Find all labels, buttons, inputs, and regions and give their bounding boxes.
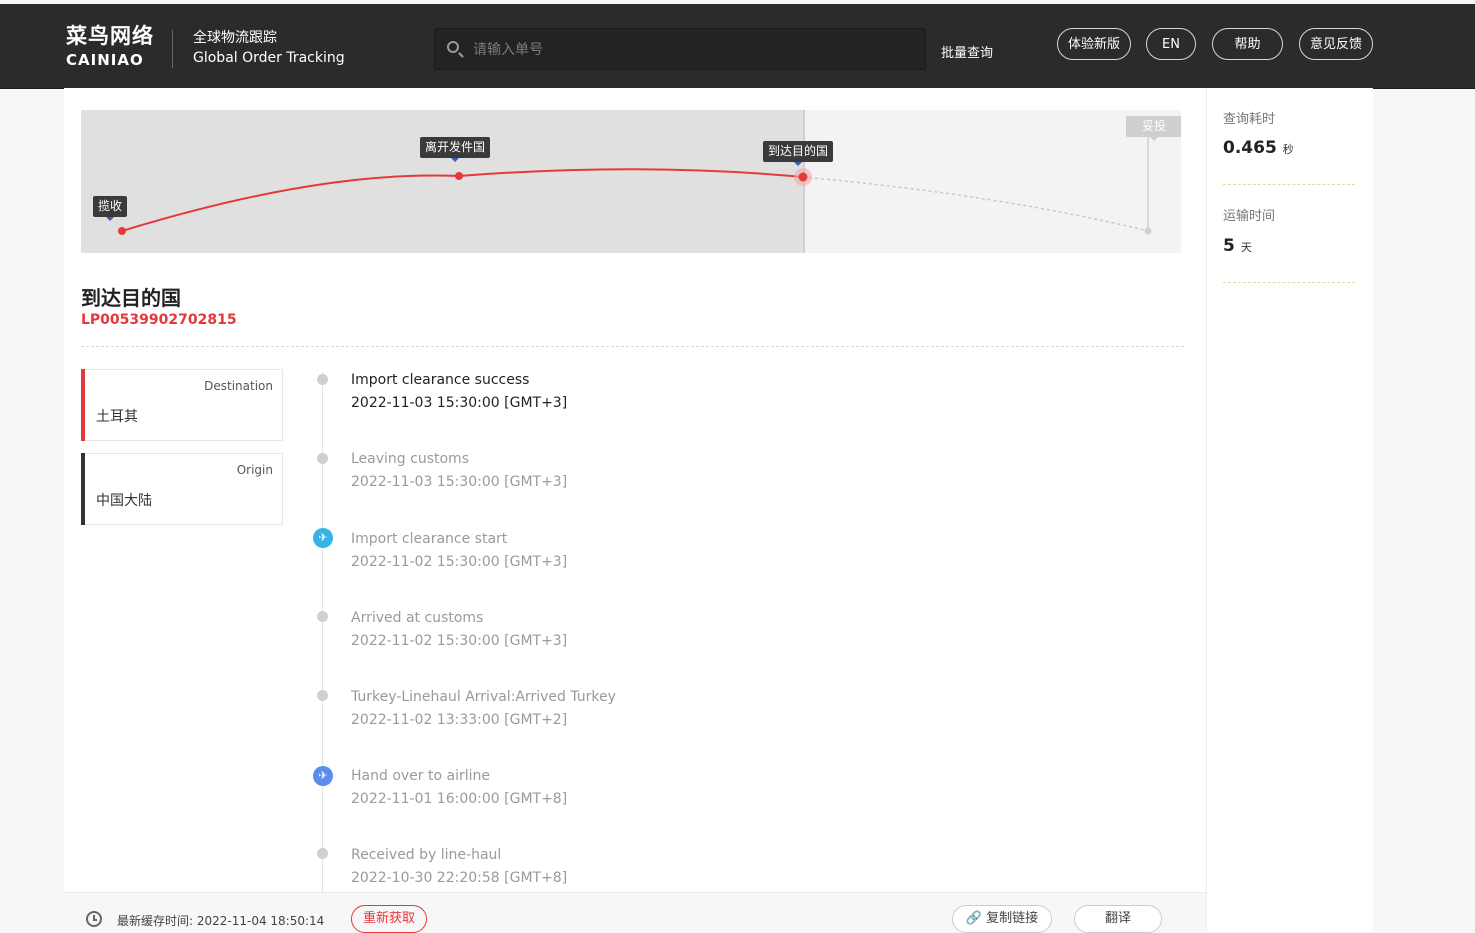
- search-icon[interactable]: [447, 41, 459, 53]
- help-button[interactable]: 帮助: [1212, 28, 1283, 60]
- search-box: [434, 28, 926, 71]
- origin-card: Origin 中国大陆: [81, 453, 283, 525]
- destination-label: Destination: [204, 379, 273, 393]
- link-icon: 🔗: [965, 911, 983, 926]
- transit-time-label: 运输时间: [1223, 209, 1276, 224]
- refresh-button[interactable]: 重新获取: [351, 905, 427, 933]
- stage-tag-arrived: 到达目的国: [763, 141, 834, 166]
- event-time: 2022-11-03 15:30:00 [GMT+3]: [351, 395, 568, 411]
- timeline-dot: [317, 611, 328, 622]
- package-status-title: 到达目的国: [81, 286, 181, 310]
- timeline-dot: [317, 374, 328, 385]
- event-time: 2022-11-02 13:33:00 [GMT+2]: [351, 712, 568, 728]
- timeline-event: Import clearance start 2022-11-02 15:30:…: [351, 529, 567, 572]
- tracking-card: 揽收 离开发件国 到达目的国 妥投 到达目的国 LP00539902702815…: [64, 88, 1206, 933]
- event-time: 2022-11-03 15:30:00 [GMT+3]: [351, 474, 568, 490]
- stage-dot-pickup: [118, 227, 126, 235]
- section-divider: [81, 346, 1184, 347]
- stage-tag-delivered: 妥投: [1126, 116, 1181, 141]
- copy-link-label: 复制链接: [986, 911, 1039, 926]
- origin-accent-bar: [81, 453, 85, 525]
- event-title: Import clearance success: [351, 372, 530, 388]
- site-title: 全球物流跟踪 Global Order Tracking: [193, 28, 345, 68]
- event-time: 2022-10-30 22:20:58 [GMT+8]: [351, 870, 568, 886]
- cainiao-logo[interactable]: 菜鸟网络 CAINIAO: [66, 26, 154, 68]
- translate-button[interactable]: 翻译: [1074, 905, 1162, 933]
- transit-time-number: 5: [1223, 236, 1235, 256]
- timeline-event: Arrived at customs 2022-11-02 15:30:00 […: [351, 608, 567, 651]
- card-footer: 最新缓存时间: 2022-11-04 18:50:14 重新获取 🔗 复制链接 翻…: [64, 892, 1206, 933]
- stats-sidebar: 查询耗时 0.465 秒 运输时间 5天: [1206, 88, 1373, 932]
- copy-link-button[interactable]: 🔗 复制链接: [952, 905, 1052, 933]
- transit-time-unit: 天: [1240, 241, 1252, 254]
- site-title-cn: 全球物流跟踪: [193, 30, 277, 46]
- timeline-dot: [317, 848, 328, 859]
- stage-tag-pickup: 揽收: [93, 196, 128, 221]
- logo-en-text: CAINIAO: [66, 51, 144, 69]
- query-time-label: 查询耗时: [1223, 112, 1276, 127]
- route-svg: [118, 136, 1152, 235]
- event-time: 2022-11-02 15:30:00 [GMT+3]: [351, 554, 568, 570]
- event-title: Hand over to airline: [351, 768, 490, 784]
- clock-icon: [86, 911, 102, 927]
- destination-accent-bar: [81, 369, 85, 441]
- destination-value: 土耳其: [96, 409, 138, 425]
- plane-landing-icon: ✈: [313, 528, 333, 548]
- logo-divider: [172, 30, 173, 68]
- event-title: Import clearance start: [351, 531, 508, 547]
- tracking-number[interactable]: LP00539902702815: [81, 312, 237, 328]
- stage-tag-departed: 离开发件国: [420, 137, 491, 162]
- timeline-dot: [317, 690, 328, 701]
- route-done-line: [121, 168, 804, 232]
- stage-dot-arrived: [798, 172, 808, 182]
- new-version-button[interactable]: 体验新版: [1057, 28, 1131, 60]
- logo-cn-text: 菜鸟网络: [66, 24, 154, 48]
- event-time: 2022-11-02 15:30:00 [GMT+3]: [351, 633, 568, 649]
- transit-time-value: 5天: [1223, 236, 1252, 256]
- site-title-en: Global Order Tracking: [193, 50, 345, 66]
- timeline-event: Leaving customs 2022-11-03 15:30:00 [GMT…: [351, 449, 567, 492]
- stat-divider: [1223, 184, 1355, 185]
- stage-dot-delivered: [1144, 227, 1152, 235]
- plane-takeoff-icon: ✈: [313, 766, 333, 786]
- feedback-button[interactable]: 意见反馈: [1299, 28, 1373, 60]
- timeline-event: Turkey-Linehaul Arrival:Arrived Turkey 2…: [351, 687, 616, 730]
- stage-dot-departed: [455, 172, 463, 180]
- stat-divider: [1223, 282, 1355, 283]
- event-time: 2022-11-01 16:00:00 [GMT+8]: [351, 791, 568, 807]
- timeline-event: Hand over to airline 2022-11-01 16:00:00…: [351, 766, 567, 809]
- origin-label: Origin: [236, 463, 273, 477]
- event-title: Received by line-haul: [351, 847, 502, 863]
- timeline-dot: [317, 453, 328, 464]
- event-title: Arrived at customs: [351, 610, 484, 626]
- route-pending-line: [802, 176, 1149, 232]
- origin-value: 中国大陆: [96, 493, 152, 509]
- language-button[interactable]: EN: [1146, 28, 1196, 60]
- query-time-value: 0.465 秒: [1223, 138, 1294, 158]
- timeline-event: Received by line-haul 2022-10-30 22:20:5…: [351, 845, 567, 888]
- timeline-event: Import clearance success 2022-11-03 15:3…: [351, 370, 567, 413]
- event-title: Turkey-Linehaul Arrival:Arrived Turkey: [351, 689, 616, 705]
- query-time-unit: 秒: [1282, 143, 1294, 156]
- event-title: Leaving customs: [351, 451, 469, 467]
- progress-map: 揽收 离开发件国 到达目的国 妥投: [81, 110, 1181, 253]
- batch-query-link[interactable]: 批量查询: [941, 42, 993, 61]
- destination-card: Destination 土耳其: [81, 369, 283, 441]
- top-navbar: 菜鸟网络 CAINIAO 全球物流跟踪 Global Order Trackin…: [0, 4, 1475, 89]
- query-time-number: 0.465: [1223, 138, 1277, 158]
- cache-time-label: 最新缓存时间: 2022-11-04 18:50:14: [117, 914, 325, 928]
- tracking-search-input[interactable]: [471, 29, 915, 71]
